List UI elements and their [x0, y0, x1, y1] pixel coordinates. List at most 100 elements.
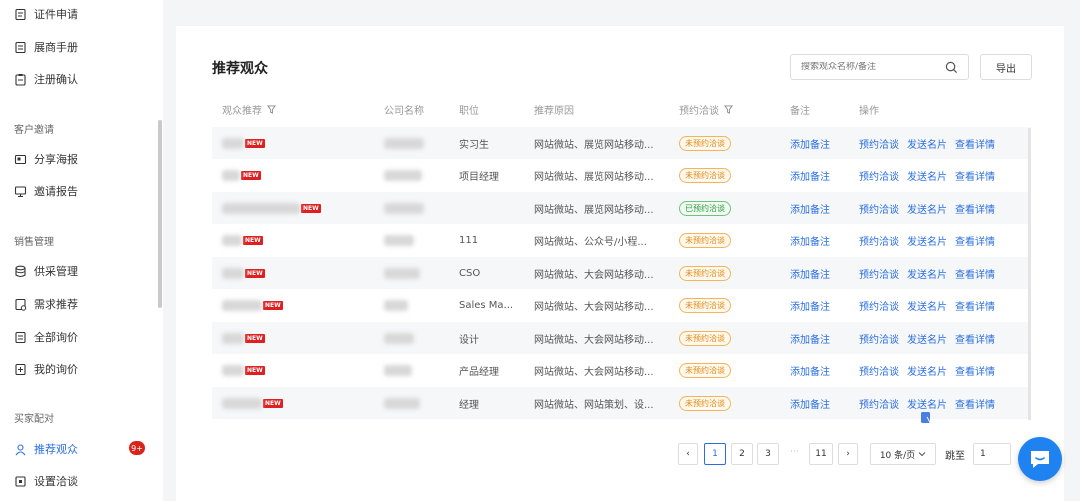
export-button[interactable]: 导出: [980, 54, 1032, 80]
book-meeting-link[interactable]: 预约洽谈: [859, 136, 899, 151]
add-remark-link[interactable]: 添加备注: [790, 201, 830, 216]
prev-page-button[interactable]: ‹: [678, 443, 698, 465]
view-details-link[interactable]: 查看详情: [955, 396, 995, 411]
new-tag: NEW: [301, 203, 321, 213]
reason-cell: 网站微站、大会网站移动...: [534, 334, 654, 346]
page-size-select[interactable]: 10 条/页: [870, 443, 936, 465]
sidebar-item-customer-1[interactable]: 邀请报告: [14, 180, 78, 202]
sidebar-item-sales-2[interactable]: 全部询价: [14, 326, 78, 348]
table-header: 观众推荐 公司名称 职位 推荐原因 预约洽谈 备注 操作: [212, 98, 1031, 120]
table-row: NEW 网站微站、展览网站移动... 已预约洽谈 添加备注 预约洽谈 发送名片 查看详情: [212, 192, 1031, 224]
send-card-link[interactable]: 发送名片: [907, 396, 947, 411]
send-card-link[interactable]: 发送名片: [907, 363, 947, 378]
sidebar-item-sales-0[interactable]: 供采管理: [14, 260, 78, 282]
add-remark-link[interactable]: 添加备注: [790, 298, 830, 313]
view-details-link[interactable]: 查看详情: [955, 298, 995, 313]
audience-name[interactable]: NEW: [222, 257, 265, 289]
sidebar-item-match-0[interactable]: 推荐观众: [14, 438, 78, 460]
chevron-down-icon: [918, 452, 926, 457]
add-remark-link[interactable]: 添加备注: [790, 168, 830, 183]
sidebar-item-label: 证件申请: [34, 8, 78, 21]
sidebar-item-top-1[interactable]: 展商手册: [14, 36, 78, 58]
add-remark-link[interactable]: 添加备注: [790, 396, 830, 411]
book-meeting-link[interactable]: 预约洽谈: [859, 363, 899, 378]
document-icon: [15, 8, 26, 20]
add-remark-link[interactable]: 添加备注: [790, 331, 830, 346]
filter-icon[interactable]: [724, 105, 733, 114]
jump-label: 跳至: [945, 451, 965, 462]
sidebar-item-sales-3[interactable]: 我的询价: [14, 358, 78, 380]
sidebar-item-top-0[interactable]: 证件申请: [14, 3, 78, 25]
new-tag: NEW: [245, 333, 265, 343]
add-remark-link[interactable]: 添加备注: [790, 136, 830, 151]
audience-name[interactable]: NEW: [222, 192, 321, 224]
sidebar-item-label: 注册确认: [34, 73, 78, 86]
sidebar-item-sales-1[interactable]: 需求推荐: [14, 293, 78, 315]
audience-name[interactable]: NEW: [222, 225, 263, 257]
header-meeting: 预约洽谈: [679, 102, 733, 117]
jump-input[interactable]: 1: [973, 443, 1011, 465]
page-button-2[interactable]: 2: [731, 443, 753, 465]
meeting-status-cell: 未预约洽谈: [679, 387, 731, 419]
view-details-link[interactable]: 查看详情: [955, 136, 995, 151]
view-details-link[interactable]: 查看详情: [955, 233, 995, 248]
send-card-link[interactable]: 发送名片: [907, 331, 947, 346]
table-row: NEW Sales Ma... 网站微站、大会网站移动... 未预约洽谈 添加备注 预约洽…: [212, 290, 1031, 322]
meeting-status-cell: 未预约洽谈: [679, 225, 731, 257]
view-details-link[interactable]: 查看详情: [955, 266, 995, 281]
book-meeting-link[interactable]: 预约洽谈: [859, 298, 899, 313]
view-details-link[interactable]: 查看详情: [955, 331, 995, 346]
meeting-status-cell: 未预约洽谈: [679, 257, 731, 289]
page-button-last[interactable]: 11: [809, 443, 833, 465]
audience-name[interactable]: NEW: [222, 160, 261, 192]
page-button-1[interactable]: 1: [704, 443, 726, 465]
chat-button[interactable]: [1018, 437, 1062, 481]
sidebar-item-customer-0[interactable]: 分享海报: [14, 148, 78, 170]
meeting-status-cell: 已预约洽谈: [679, 192, 731, 224]
sidebar-item-top-2[interactable]: 注册确认: [14, 68, 78, 90]
send-card-link[interactable]: 发送名片: [907, 266, 947, 281]
audience-name[interactable]: NEW: [222, 355, 265, 387]
send-card-link[interactable]: 发送名片: [907, 136, 947, 151]
send-card-link[interactable]: 发送名片: [907, 168, 947, 183]
send-card-link[interactable]: 发送名片: [907, 298, 947, 313]
audience-name[interactable]: NEW: [222, 387, 283, 419]
book-meeting-link[interactable]: 预约洽谈: [859, 233, 899, 248]
view-details-link[interactable]: 查看详情: [955, 363, 995, 378]
search-box[interactable]: [790, 54, 969, 80]
book-meeting-link[interactable]: 预约洽谈: [859, 168, 899, 183]
send-card-link[interactable]: 发送名片: [907, 201, 947, 216]
search-input[interactable]: [801, 62, 941, 72]
sidebar-scrollbar[interactable]: [158, 120, 162, 308]
header-reason: 推荐原因: [534, 106, 574, 117]
add-remark-link[interactable]: 添加备注: [790, 363, 830, 378]
status-badge: 未预约洽谈: [679, 363, 731, 378]
view-details-link[interactable]: 查看详情: [955, 168, 995, 183]
remark-cell: 添加备注: [790, 225, 838, 257]
filter-icon[interactable]: [267, 105, 276, 114]
next-page-button[interactable]: ›: [838, 443, 858, 465]
search-icon[interactable]: [945, 61, 958, 74]
book-meeting-link[interactable]: 预约洽谈: [859, 331, 899, 346]
table-scrollbar[interactable]: [1028, 128, 1031, 420]
remark-cell: 添加备注: [790, 160, 838, 192]
sidebar-item-match-1[interactable]: 设置洽谈: [14, 470, 78, 492]
book-meeting-link[interactable]: 预约洽谈: [859, 201, 899, 216]
book-meeting-link[interactable]: 预约洽谈: [859, 266, 899, 281]
add-remark-link[interactable]: 添加备注: [790, 266, 830, 281]
page-ellipsis[interactable]: ···: [790, 447, 799, 457]
action-cell: 预约洽谈 发送名片 查看详情: [859, 290, 1003, 322]
audience-name[interactable]: NEW: [222, 127, 265, 159]
new-tag: NEW: [263, 301, 283, 310]
audience-name[interactable]: NEW: [222, 322, 265, 354]
page-button-3[interactable]: 3: [757, 443, 779, 465]
book-meeting-link[interactable]: 预约洽谈: [859, 396, 899, 411]
send-card-link[interactable]: 发送名片: [907, 233, 947, 248]
audience-name[interactable]: NEW: [222, 290, 283, 322]
sidebar-item-label: 分享海报: [34, 153, 78, 166]
view-details-link[interactable]: 查看详情: [955, 201, 995, 216]
sidebar-item-label: 需求推荐: [34, 298, 78, 311]
add-remark-link[interactable]: 添加备注: [790, 233, 830, 248]
settings-icon: [15, 475, 26, 487]
status-badge: 未预约洽谈: [679, 265, 731, 281]
